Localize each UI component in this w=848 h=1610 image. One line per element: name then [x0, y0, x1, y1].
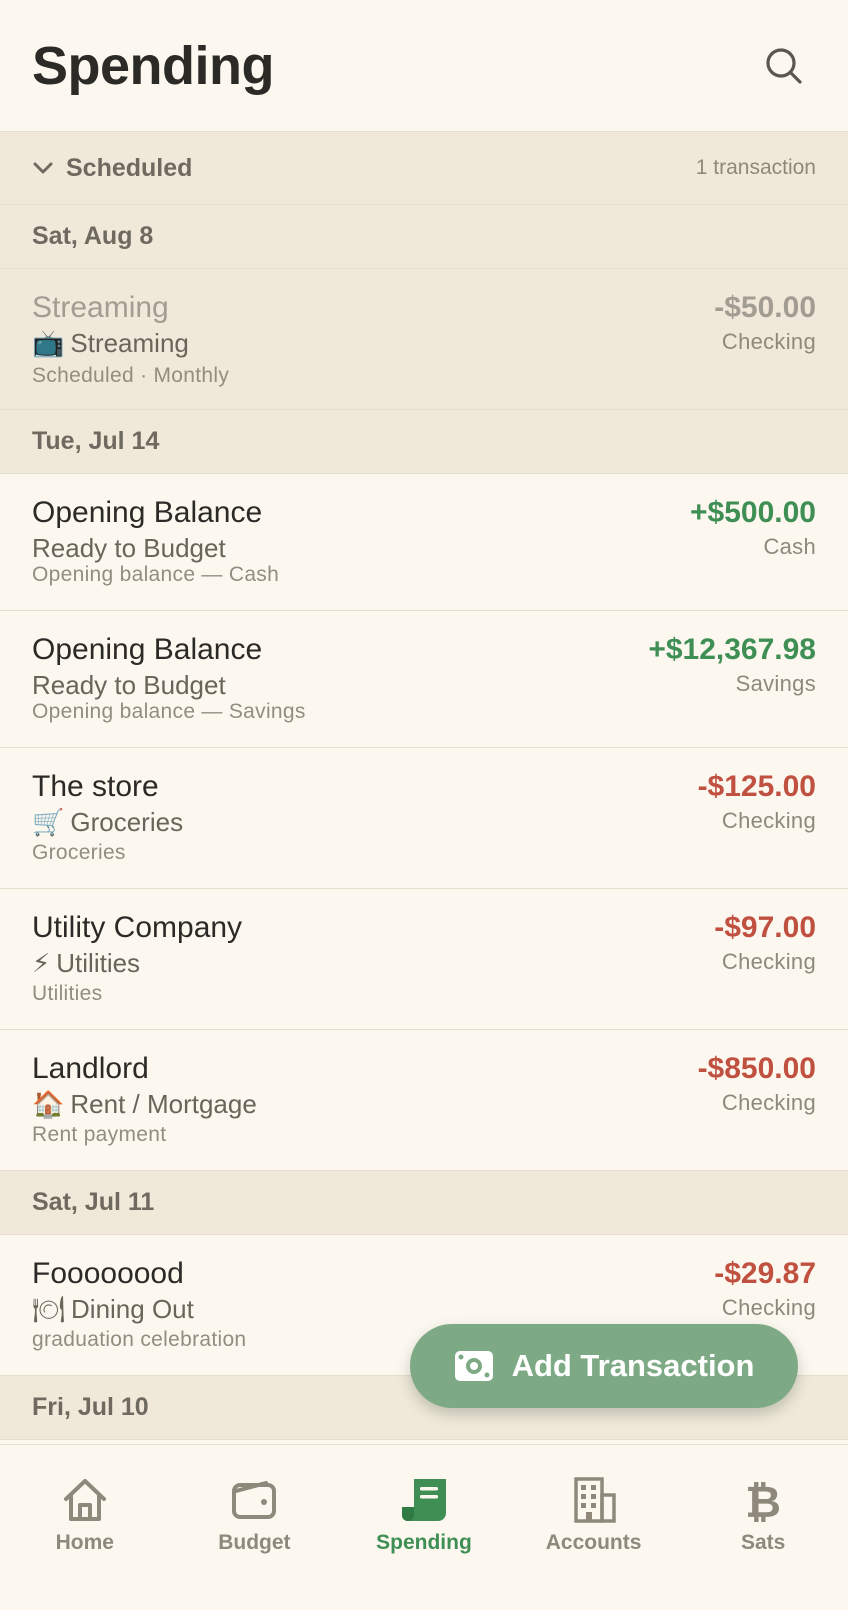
add-transaction-label: Add Transaction [511, 1348, 755, 1383]
category-label: Utilities [56, 948, 141, 978]
tab-spending[interactable]: Spending [339, 1445, 509, 1610]
tv-icon: 📺 [32, 328, 65, 358]
memo: Opening balance — Savings [32, 700, 306, 723]
memo: Opening balance — Cash [32, 563, 280, 586]
category: 📺 Streaming [32, 328, 189, 359]
memo: graduation celebration [32, 1328, 247, 1351]
tab-home[interactable]: Home [0, 1445, 170, 1610]
page-title: Spending [32, 35, 274, 96]
payee: Landlord [32, 1052, 149, 1085]
memo: Groceries [32, 841, 126, 864]
payee: Streaming [32, 291, 169, 324]
cash-icon [454, 1351, 493, 1381]
category-label: Ready to Budget [32, 533, 226, 563]
account: Cash [763, 534, 816, 559]
app-header: Spending [0, 0, 848, 131]
account: Checking [721, 329, 816, 354]
bitcoin-icon: ₿ [745, 1477, 781, 1523]
category-label: Rent / Mortgage [70, 1089, 257, 1119]
amount: +$12,367.98 [648, 633, 816, 666]
amount: -$97.00 [714, 911, 816, 944]
category: ⚡ Utilities [32, 948, 140, 979]
memo: Scheduled · Monthly [32, 364, 230, 387]
tab-label: Budget [218, 1531, 291, 1554]
lightning-icon: ⚡ [32, 948, 51, 978]
chevron-down-icon [33, 162, 53, 174]
tab-label: Spending [376, 1531, 472, 1554]
payee: Foooooood [32, 1257, 184, 1290]
account: Checking [721, 808, 816, 833]
category-label: Streaming [70, 328, 189, 358]
shopping-cart-icon: 🛒 [32, 807, 65, 837]
account: Checking [721, 949, 816, 974]
tab-accounts[interactable]: Accounts [509, 1445, 679, 1610]
account: Checking [721, 1295, 816, 1320]
category: 🛒 Groceries [32, 807, 183, 838]
home-icon [63, 1479, 106, 1521]
transaction-row[interactable]: Landlord 🏠 Rent / Mortgage Rent payment … [0, 1030, 848, 1171]
scheduled-section-toggle[interactable]: Scheduled 1 transaction [0, 131, 848, 205]
wallet-icon [232, 1481, 277, 1519]
payee: The store [32, 770, 159, 803]
memo: Utilities [32, 982, 103, 1005]
date-header: Tue, Jul 14 [0, 410, 848, 474]
account: Savings [735, 671, 816, 696]
amount: +$500.00 [690, 496, 816, 529]
amount: -$50.00 [714, 291, 816, 324]
amount: -$125.00 [697, 770, 816, 803]
add-transaction-button[interactable]: Add Transaction [410, 1324, 798, 1408]
search-icon [766, 47, 802, 84]
svg-text:₿: ₿ [745, 1477, 781, 1523]
category-label: Ready to Budget [32, 670, 226, 700]
category-label: Dining Out [71, 1294, 194, 1324]
house-icon: 🏠 [32, 1089, 65, 1119]
transaction-row[interactable]: Opening Balance Ready to Budget Opening … [0, 611, 848, 748]
transaction-row[interactable]: Streaming 📺 Streaming Scheduled · Monthl… [0, 269, 848, 410]
tab-budget[interactable]: Budget [170, 1445, 340, 1610]
plate-icon: 🍽 [32, 1294, 66, 1324]
transaction-row[interactable]: The store 🛒 Groceries Groceries -$125.00… [0, 748, 848, 889]
payee: Opening Balance [32, 633, 263, 666]
tab-label: Accounts [545, 1531, 642, 1554]
date-header: Sat, Aug 8 [0, 205, 848, 269]
tab-label: Home [55, 1531, 114, 1554]
memo: Rent payment [32, 1123, 167, 1146]
amount: -$850.00 [697, 1052, 816, 1085]
building-icon [573, 1477, 616, 1523]
category: 🏠 Rent / Mortgage [32, 1089, 257, 1120]
payee: Opening Balance [32, 496, 263, 529]
transaction-row[interactable]: Utility Company ⚡ Utilities Utilities -$… [0, 889, 848, 1030]
tab-bar: Home Budget Spending Accounts ₿ Sats [0, 1444, 848, 1610]
receipt-icon [401, 1479, 446, 1521]
account: Checking [721, 1090, 816, 1115]
scheduled-count: 1 transaction [695, 156, 816, 179]
date-header: Sat, Jul 11 [0, 1171, 848, 1235]
search-button[interactable] [762, 44, 806, 88]
transaction-row[interactable]: Opening Balance Ready to Budget Opening … [0, 474, 848, 611]
scheduled-label: Scheduled [66, 153, 193, 182]
category: Ready to Budget [32, 533, 226, 564]
payee: Utility Company [32, 911, 243, 944]
amount: -$29.87 [714, 1257, 816, 1290]
tab-label: Sats [740, 1531, 786, 1554]
category-label: Groceries [70, 807, 184, 837]
tab-sats[interactable]: ₿ Sats [678, 1445, 848, 1610]
category: 🍽 Dining Out [32, 1294, 194, 1325]
category: Ready to Budget [32, 670, 226, 701]
